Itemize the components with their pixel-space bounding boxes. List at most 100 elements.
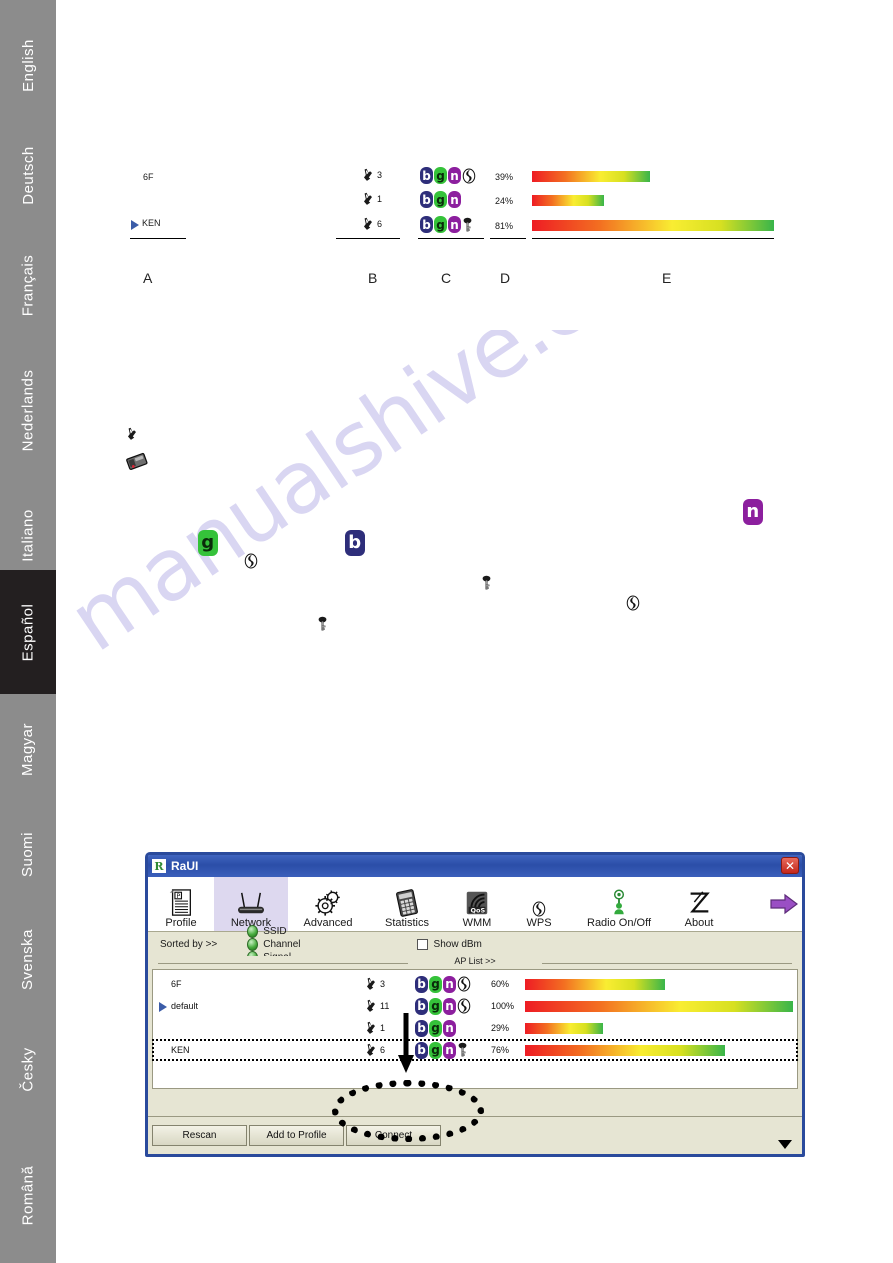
- ap-channel: 3: [365, 977, 385, 991]
- diagram-channel-cell: 6: [362, 217, 382, 231]
- badge-n-icon: n: [448, 216, 461, 233]
- wps-icon: [244, 553, 258, 574]
- diagram-column-label-b: B: [368, 270, 378, 286]
- ap-channel-number: 3: [380, 979, 386, 989]
- ap-badges: bgn: [415, 997, 471, 1015]
- ap-badges: bgn: [415, 1019, 456, 1037]
- ap-list-row[interactable]: default 11 b g n 100%: [153, 996, 797, 1016]
- diagram-column-label-c: C: [441, 270, 452, 286]
- diagram-channel-cell: 1: [362, 192, 382, 206]
- badge-b-icon: b: [415, 1041, 428, 1059]
- sidebar-item-svenska[interactable]: Svenska: [0, 904, 56, 1014]
- close-icon[interactable]: ✕: [781, 857, 799, 874]
- sort-bar: Sorted by >> SSIDChannelSignal Show dBm: [148, 924, 802, 964]
- channel-number: 1: [377, 194, 383, 204]
- tab-network[interactable]: Network: [214, 877, 288, 931]
- tab-label: WMM: [462, 917, 492, 929]
- tab-about[interactable]: About: [668, 877, 730, 931]
- sidebar-item-label: Svenska: [19, 928, 37, 990]
- sidebar-item-label: Español: [19, 603, 37, 661]
- sidebar-item-esky[interactable]: Česky: [0, 1014, 56, 1124]
- sidebar-item-label: Suomi: [19, 831, 37, 877]
- badge-n-icon: n: [443, 975, 456, 993]
- svg-text:QoS: QoS: [470, 906, 485, 914]
- qos-icon: QoS: [463, 887, 491, 917]
- sidebar-item-magyar[interactable]: Magyar: [0, 694, 56, 804]
- sidebar-item-label: Nederlands: [19, 369, 37, 451]
- checkbox-box[interactable]: [416, 938, 428, 950]
- ap-signal-percent: 100%: [491, 1001, 515, 1011]
- hand-channel-icon: [126, 427, 139, 446]
- diagram-rule-a: [130, 238, 186, 239]
- tab-radio-on-off[interactable]: Radio On/Off: [570, 877, 668, 931]
- group-line-left: [158, 963, 408, 964]
- ap-list-label: AP List >>: [449, 956, 501, 966]
- diagram-rule-e: [532, 238, 774, 239]
- ap-channel-number: 1: [380, 1023, 386, 1033]
- tab-advanced[interactable]: Advanced: [288, 877, 368, 931]
- diagram-channel-cell: 3: [362, 168, 382, 182]
- tab-wmm[interactable]: QoS WMM: [446, 877, 508, 931]
- tab-label: Statistics: [384, 917, 429, 929]
- ap-signal-percent: 60%: [491, 979, 510, 989]
- badge-b-icon: b: [415, 975, 428, 993]
- badge-n-icon: n: [443, 1019, 456, 1037]
- badge-b-icon: b: [420, 167, 433, 184]
- diagram-signal-bar: [532, 220, 774, 231]
- ap-list-row[interactable]: 1 b g n 29%: [153, 1018, 797, 1038]
- tab-label: WPS: [526, 917, 552, 929]
- show-dbm-label: Show dBm: [433, 938, 482, 950]
- ap-list-row[interactable]: 6F 3 b g n 60%: [153, 974, 797, 994]
- diagram-badge-row: bgn: [420, 216, 473, 233]
- sort-radio-channel[interactable]: Channel: [247, 937, 301, 951]
- sidebar-item-romn[interactable]: Română: [0, 1140, 56, 1250]
- ap-badges: bgn: [415, 975, 471, 993]
- diagram-badge-row: bgn: [420, 167, 476, 184]
- selection-triangle-icon: [159, 1002, 167, 1012]
- badge-g-icon: g: [198, 530, 218, 556]
- diagram-badge-row: bgn: [420, 191, 461, 208]
- diagram-rule-d: [490, 238, 526, 239]
- badge-g-icon: g: [429, 1041, 442, 1059]
- channel-number: 6: [377, 219, 383, 229]
- ap-list-row[interactable]: KEN 6 b g n 76%: [152, 1039, 798, 1061]
- tab-statistics[interactable]: Statistics: [368, 877, 446, 931]
- badge-b-icon: b: [420, 216, 433, 233]
- ap-channel-number: 6: [380, 1045, 386, 1055]
- rescan-button[interactable]: Rescan: [152, 1125, 247, 1146]
- sort-radio-ssid[interactable]: SSID: [247, 924, 300, 938]
- diagram-column-label-a: A: [143, 270, 153, 286]
- gears-icon: [313, 887, 343, 917]
- diagram-column-label-d: D: [500, 270, 511, 286]
- ap-list[interactable]: 6F 3 b g n 60% default 11 b g n 100% 1 b g n 29% KEN 6 b g n 7…: [152, 969, 798, 1089]
- network-card-icon: [126, 452, 150, 477]
- badge-n-icon: n: [448, 191, 461, 208]
- sidebar-item-suomi[interactable]: Suomi: [0, 804, 56, 904]
- sidebar-item-nederlands[interactable]: Nederlands: [0, 340, 56, 480]
- expand-down-icon[interactable]: [778, 1140, 792, 1149]
- sidebar-item-label: Română: [19, 1165, 37, 1225]
- badge-g-icon: g: [434, 167, 447, 184]
- add-to-profile-button[interactable]: Add to Profile: [249, 1125, 344, 1146]
- ap-channel: 11: [365, 999, 389, 1013]
- sidebar-item-espaol[interactable]: Español: [0, 570, 56, 694]
- arrow-right-icon[interactable]: [770, 877, 802, 931]
- tab-wps[interactable]: WPS: [508, 877, 570, 931]
- ap-ssid: KEN: [171, 1045, 190, 1055]
- sidebar-item-label: Magyar: [19, 722, 37, 776]
- show-dbm-checkbox[interactable]: Show dBm: [416, 938, 482, 950]
- ap-channel: 1: [365, 1021, 385, 1035]
- badge-b-icon: b: [345, 530, 365, 556]
- diagram-ssid-label: KEN: [142, 218, 161, 228]
- radio-dot-icon[interactable]: [247, 937, 259, 951]
- tab-label: Profile: [165, 917, 197, 929]
- diagram-rule-c: [418, 238, 484, 239]
- tab-profile[interactable]: P Profile: [148, 877, 214, 931]
- ap-badges: bgn: [415, 1041, 468, 1059]
- radio-dot-icon[interactable]: [247, 924, 259, 938]
- window-titlebar: R RaUI ✕: [148, 855, 802, 877]
- svg-text:P: P: [176, 892, 180, 900]
- sorted-by-label: Sorted by >>: [160, 938, 218, 950]
- badge-g-icon: g: [434, 191, 447, 208]
- profile-icon: P: [168, 887, 194, 917]
